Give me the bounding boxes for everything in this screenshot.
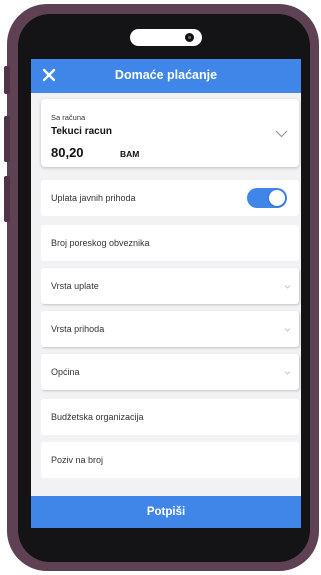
camera-icon [185,33,194,42]
sign-button[interactable]: Potpiši [31,496,301,528]
taxpayer-number-field[interactable]: Broj poreskog obveznika [41,225,299,261]
phone-notch [130,29,202,46]
municipality-label: Općina [51,367,80,377]
page-title: Domaće plaćanje [114,68,218,82]
chevron-down-icon [275,130,288,138]
municipality-select[interactable]: Općina [41,354,299,390]
reference-number-label: Poziv na broj [51,455,104,465]
toggle-knob [269,190,285,206]
chevron-down-icon [284,328,291,332]
public-revenue-row: Uplata javnih prihoda [41,180,299,216]
phone-volume-up-button [4,116,10,162]
payment-type-select[interactable]: Vrsta uplate [41,268,299,304]
close-button[interactable] [37,63,61,87]
phone-side-button [4,66,10,94]
chevron-down-icon [284,285,291,289]
account-currency: BAM [120,149,140,159]
app-screen: Domaće plaćanje Sa računa Tekuci racun 8… [31,59,301,528]
revenue-type-label: Vrsta prihoda [51,324,105,334]
chevron-down-icon [284,371,291,375]
payment-type-label: Vrsta uplate [51,281,99,291]
budget-organization-field[interactable]: Budžetska organizacija [41,399,299,435]
account-selector[interactable]: Sa računa Tekuci racun 80,20 BAM [41,99,299,167]
reference-number-field[interactable]: Poziv na broj [41,442,299,478]
public-revenue-toggle[interactable] [247,188,287,208]
app-header: Domaće plaćanje [31,59,301,93]
phone-volume-down-button [4,176,10,222]
account-name: Tekuci racun [51,126,112,137]
budget-organization-label: Budžetska organizacija [51,412,144,422]
revenue-type-select[interactable]: Vrsta prihoda [41,311,299,347]
account-balance: 80,20 [51,145,84,160]
public-revenue-label: Uplata javnih prihoda [51,193,136,203]
account-label: Sa računa [51,113,86,122]
taxpayer-number-label: Broj poreskog obveznika [51,238,150,248]
close-icon [42,68,56,82]
